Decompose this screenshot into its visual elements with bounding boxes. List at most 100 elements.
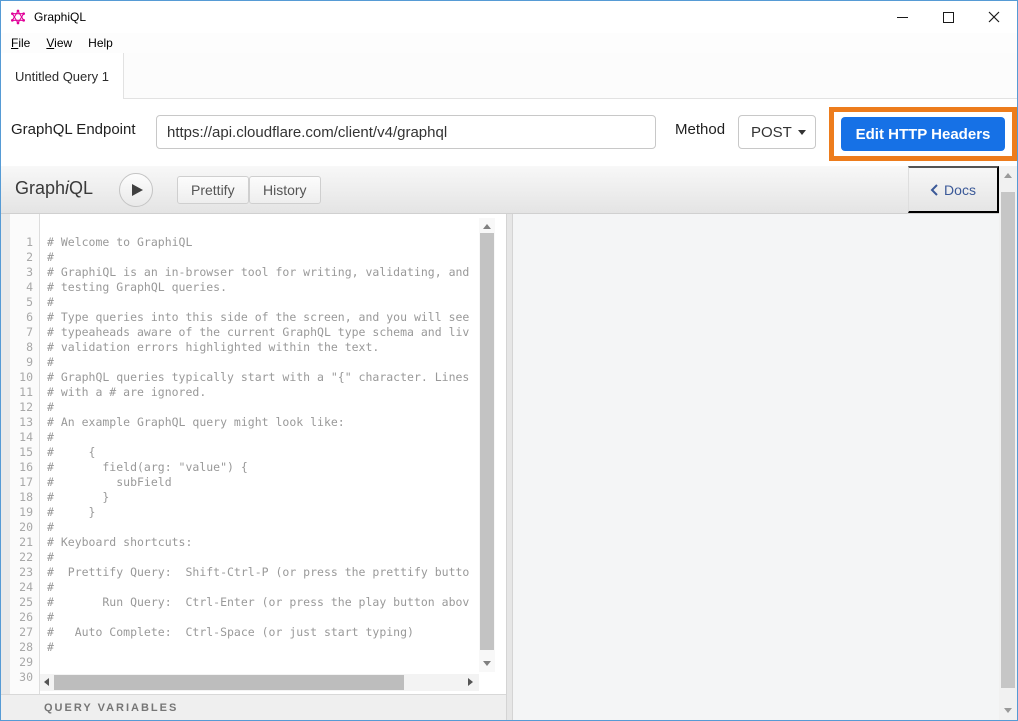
execute-query-button[interactable] [119,173,153,207]
minimize-icon [897,17,908,18]
page-vscroll-thumb[interactable] [1001,192,1015,688]
line-number: 27 [10,625,39,640]
history-button[interactable]: History [249,176,321,204]
editor-vscroll-thumb[interactable] [480,233,494,650]
scroll-right-icon[interactable] [468,678,473,686]
editor-line[interactable]: # [47,640,479,655]
editor-line[interactable]: # with a # are ignored. [47,385,479,400]
line-number: 20 [10,520,39,535]
scroll-down-icon[interactable] [483,661,491,666]
docs-button[interactable]: Docs [908,166,999,213]
editor-line[interactable]: # [47,400,479,415]
line-number: 19 [10,505,39,520]
editor-line[interactable] [47,655,479,670]
query-column: 1234567891011121314151617181920212223242… [1,214,506,720]
editor-line[interactable]: # field(arg: "value") { [47,460,479,475]
graphiql-wordmark: GraphiQL [15,178,93,199]
panes: 1234567891011121314151617181920212223242… [1,214,999,720]
line-number: 8 [10,340,39,355]
query-editor[interactable]: 1234567891011121314151617181920212223242… [1,214,506,694]
editor-vertical-scrollbar[interactable] [479,218,495,672]
editor-line[interactable]: # testing GraphQL queries. [47,280,479,295]
prettify-button[interactable]: Prettify [177,176,249,204]
query-variables-bar[interactable]: QUERY VARIABLES [1,694,506,720]
line-number: 23 [10,565,39,580]
graphiql-toolbar: GraphiQL Prettify History Docs [1,166,999,214]
method-select[interactable]: POST [738,115,816,149]
edit-http-headers-button[interactable]: Edit HTTP Headers [841,117,1005,151]
editor-code[interactable]: # Welcome to GraphiQL## GraphiQL is an i… [40,214,479,694]
line-number: 14 [10,430,39,445]
pane-divider[interactable] [506,214,513,720]
editor-line[interactable]: # subField [47,475,479,490]
endpoint-label: GraphQL Endpoint [11,121,136,138]
line-number: 21 [10,535,39,550]
editor-line[interactable]: # Run Query: Ctrl-Enter (or press the pl… [47,595,479,610]
line-number: 12 [10,400,39,415]
menu-file[interactable]: File [3,36,38,50]
line-number: 17 [10,475,39,490]
tab-untitled-query[interactable]: Untitled Query 1 [1,53,124,99]
menu-bar: File View Help [1,33,1017,53]
editor-line[interactable]: # Welcome to GraphiQL [47,235,479,250]
menu-view-rest: iew [54,36,72,50]
editor-line[interactable]: # GraphiQL is an in-browser tool for wri… [47,265,479,280]
editor-line[interactable]: # [47,250,479,265]
editor-hscroll-thumb[interactable] [54,675,404,690]
graphiql-webview: GraphiQL Prettify History Docs 123456789… [1,166,1017,720]
editor-line[interactable]: # [47,580,479,595]
wordmark-ql: QL [69,178,93,198]
editor-line[interactable]: # [47,520,479,535]
close-button[interactable] [971,1,1017,33]
line-number: 4 [10,280,39,295]
result-pane [513,214,999,720]
page-scroll-up-icon[interactable] [1004,173,1012,178]
scroll-up-icon[interactable] [483,224,491,229]
tab-strip: Untitled Query 1 [1,53,1017,99]
play-icon [132,184,143,196]
window-title: GraphiQL [34,10,86,24]
editor-line[interactable]: # [47,430,479,445]
editor-left-margin [1,214,10,694]
line-number: 13 [10,415,39,430]
graphql-logo-icon [10,9,26,25]
menu-file-rest: ile [18,36,30,50]
editor-line[interactable]: # An example GraphQL query might look li… [47,415,479,430]
endpoint-input[interactable] [156,115,656,149]
page-vertical-scrollbar[interactable] [999,166,1017,720]
editor-line[interactable]: # } [47,490,479,505]
maximize-button[interactable] [925,1,971,33]
editor-line[interactable]: # [47,355,479,370]
page-scroll-down-icon[interactable] [1004,708,1012,713]
editor-line[interactable]: # [47,610,479,625]
line-number: 16 [10,460,39,475]
line-number: 18 [10,490,39,505]
editor-line[interactable]: # GraphQL queries typically start with a… [47,370,479,385]
endpoint-row: GraphQL Endpoint Method POST Edit HTTP H… [1,99,1017,166]
minimize-button[interactable] [879,1,925,33]
maximize-icon [943,12,954,23]
editor-line[interactable]: # Type queries into this side of the scr… [47,310,479,325]
editor-line[interactable]: # Prettify Query: Shift-Ctrl-P (or press… [47,565,479,580]
menu-view[interactable]: View [38,36,80,50]
method-value: POST [751,124,792,141]
line-number: 25 [10,595,39,610]
editor-line[interactable]: # [47,550,479,565]
editor-line[interactable]: # typeaheads aware of the current GraphQ… [47,325,479,340]
window-controls [879,1,1017,33]
editor-line[interactable]: # } [47,505,479,520]
editor-horizontal-scrollbar[interactable] [40,674,479,691]
line-number: 11 [10,385,39,400]
editor-line[interactable]: # [47,295,479,310]
menu-help[interactable]: Help [80,36,121,50]
app-window: GraphiQL File View Help Untitled Query 1… [0,0,1018,721]
editor-line[interactable]: # { [47,445,479,460]
line-number: 10 [10,370,39,385]
line-number: 22 [10,550,39,565]
editor-line[interactable]: # validation errors highlighted within t… [47,340,479,355]
line-number: 7 [10,325,39,340]
editor-gutter: 1234567891011121314151617181920212223242… [10,214,40,694]
editor-line[interactable]: # Keyboard shortcuts: [47,535,479,550]
editor-line[interactable]: # Auto Complete: Ctrl-Space (or just sta… [47,625,479,640]
scroll-left-icon[interactable] [44,678,49,686]
